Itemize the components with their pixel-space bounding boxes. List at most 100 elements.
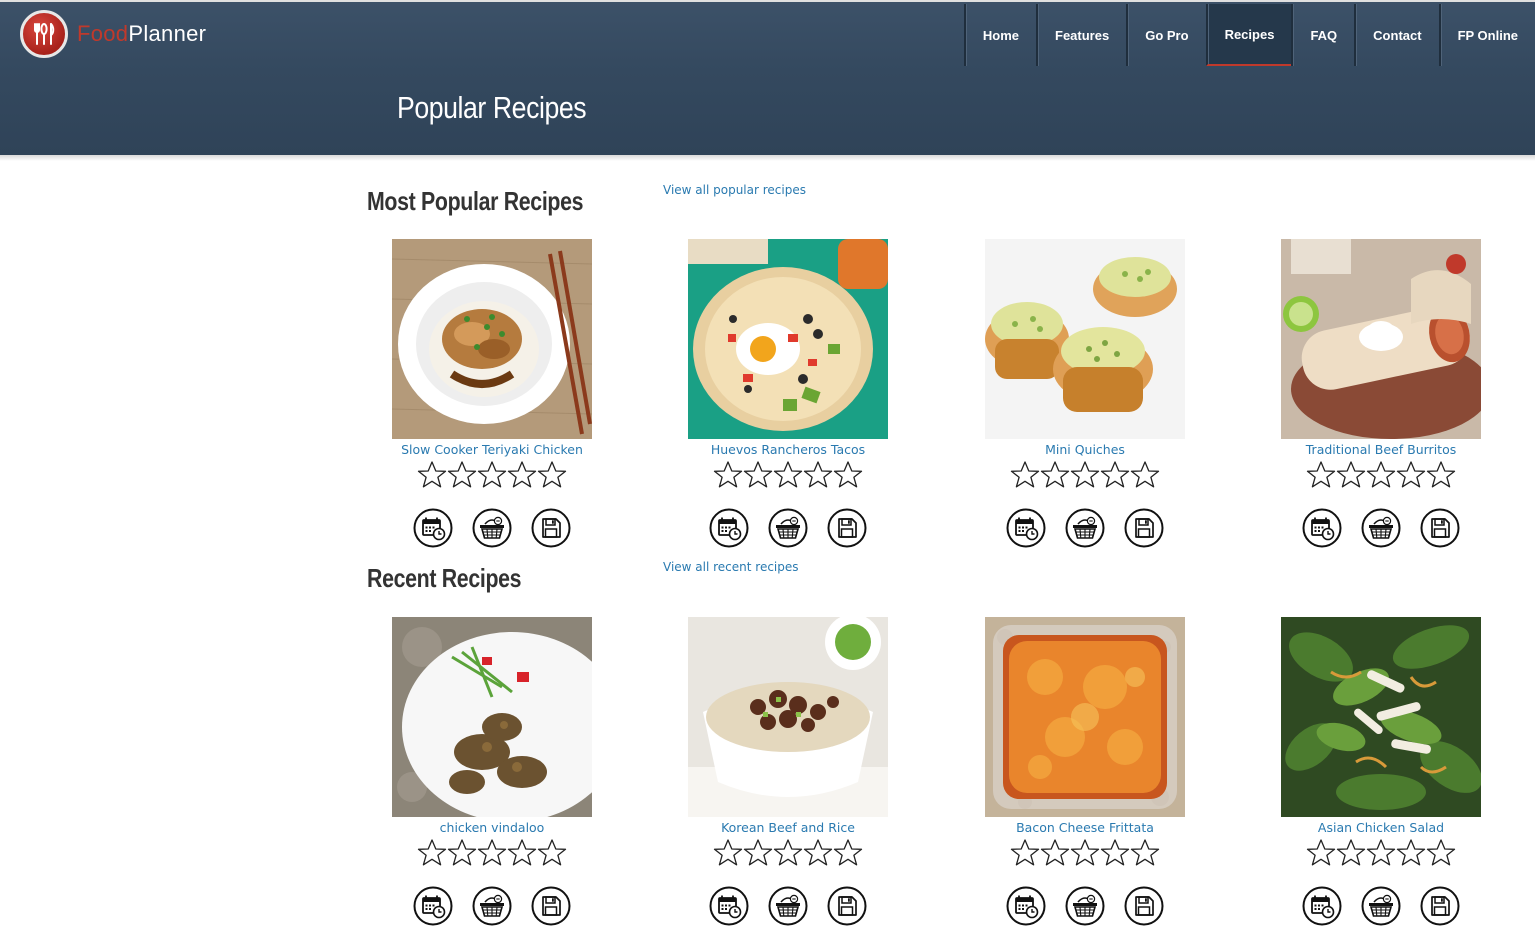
floppy-disk-icon[interactable]	[827, 886, 867, 930]
nav-recipes[interactable]: Recipes	[1205, 4, 1292, 66]
star-icon[interactable]	[1100, 460, 1130, 492]
star-icon[interactable]	[773, 838, 803, 870]
recipe-name-link[interactable]: chicken vindaloo	[362, 820, 622, 836]
floppy-disk-icon[interactable]	[1124, 886, 1164, 930]
shopping-basket-icon[interactable]	[1065, 886, 1105, 930]
recipe-image[interactable]	[985, 617, 1185, 817]
star-icon[interactable]	[803, 838, 833, 870]
floppy-disk-icon[interactable]	[1420, 886, 1460, 930]
star-icon[interactable]	[1040, 838, 1070, 870]
recipe-name-link[interactable]: Bacon Cheese Frittata	[955, 820, 1215, 836]
star-icon[interactable]	[1426, 838, 1456, 870]
recipe-image[interactable]	[392, 617, 592, 817]
recipe-image[interactable]	[688, 239, 888, 439]
recipe-card: Huevos Rancheros Tacos	[658, 239, 918, 552]
floppy-disk-icon[interactable]	[531, 508, 571, 552]
star-icon[interactable]	[417, 460, 447, 492]
star-icon[interactable]	[537, 460, 567, 492]
calendar-clock-icon[interactable]	[709, 886, 749, 930]
nav-faq[interactable]: FAQ	[1291, 4, 1354, 66]
logo-text: FoodPlanner	[77, 21, 206, 47]
star-icon[interactable]	[447, 460, 477, 492]
star-icon[interactable]	[477, 838, 507, 870]
recipe-name-link[interactable]: Traditional Beef Burritos	[1251, 442, 1511, 458]
recipe-name-link[interactable]: Korean Beef and Rice	[658, 820, 918, 836]
page-title: Popular Recipes	[397, 90, 587, 125]
shopping-basket-icon[interactable]	[768, 508, 808, 552]
star-icon[interactable]	[1396, 838, 1426, 870]
recipe-card: Bacon Cheese Frittata	[955, 617, 1215, 930]
floppy-disk-icon[interactable]	[1124, 508, 1164, 552]
star-icon[interactable]	[743, 460, 773, 492]
calendar-clock-icon[interactable]	[1302, 508, 1342, 552]
recipe-actions	[955, 886, 1215, 930]
calendar-clock-icon[interactable]	[709, 508, 749, 552]
star-icon[interactable]	[1366, 838, 1396, 870]
nav-go-pro[interactable]: Go Pro	[1126, 4, 1205, 66]
recipe-name-link[interactable]: Mini Quiches	[955, 442, 1215, 458]
recipe-image[interactable]	[688, 617, 888, 817]
calendar-clock-icon[interactable]	[413, 508, 453, 552]
star-icon[interactable]	[417, 838, 447, 870]
star-icon[interactable]	[1010, 838, 1040, 870]
star-icon[interactable]	[1306, 460, 1336, 492]
recipe-image[interactable]	[392, 239, 592, 439]
shopping-basket-icon[interactable]	[472, 886, 512, 930]
star-icon[interactable]	[1306, 838, 1336, 870]
star-icon[interactable]	[477, 460, 507, 492]
star-icon[interactable]	[1336, 838, 1366, 870]
nav-features[interactable]: Features	[1036, 4, 1126, 66]
shopping-basket-icon[interactable]	[1361, 508, 1401, 552]
shopping-basket-icon[interactable]	[1065, 508, 1105, 552]
star-icon[interactable]	[803, 460, 833, 492]
star-icon[interactable]	[1070, 460, 1100, 492]
nav-fp-online[interactable]: FP Online	[1438, 4, 1535, 66]
nav-contact[interactable]: Contact	[1354, 4, 1438, 66]
floppy-disk-icon[interactable]	[531, 886, 571, 930]
recipe-card: Traditional Beef Burritos	[1251, 239, 1511, 552]
shopping-basket-icon[interactable]	[1361, 886, 1401, 930]
view-all-recent-link[interactable]: View all recent recipes	[663, 560, 799, 574]
star-icon[interactable]	[1130, 838, 1160, 870]
calendar-clock-icon[interactable]	[1302, 886, 1342, 930]
star-icon[interactable]	[773, 460, 803, 492]
star-icon[interactable]	[1100, 838, 1130, 870]
star-icon[interactable]	[1040, 460, 1070, 492]
star-icon[interactable]	[507, 460, 537, 492]
shopping-basket-icon[interactable]	[768, 886, 808, 930]
star-icon[interactable]	[833, 460, 863, 492]
star-icon[interactable]	[1426, 460, 1456, 492]
recipe-image[interactable]	[1281, 239, 1481, 439]
shopping-basket-icon[interactable]	[472, 508, 512, 552]
calendar-clock-icon[interactable]	[413, 886, 453, 930]
main-nav: Home Features Go Pro Recipes FAQ Contact…	[963, 4, 1535, 66]
star-icon[interactable]	[537, 838, 567, 870]
fork-knife-icon	[20, 10, 68, 58]
nav-home[interactable]: Home	[963, 4, 1036, 66]
recipe-image[interactable]	[985, 239, 1185, 439]
star-icon[interactable]	[507, 838, 537, 870]
star-icon[interactable]	[1396, 460, 1426, 492]
star-icon[interactable]	[833, 838, 863, 870]
star-icon[interactable]	[1130, 460, 1160, 492]
recipe-image[interactable]	[1281, 617, 1481, 817]
recipe-name-link[interactable]: Huevos Rancheros Tacos	[658, 442, 918, 458]
calendar-clock-icon[interactable]	[1006, 508, 1046, 552]
floppy-disk-icon[interactable]	[827, 508, 867, 552]
rating-stars	[658, 838, 918, 870]
star-icon[interactable]	[1336, 460, 1366, 492]
calendar-clock-icon[interactable]	[1006, 886, 1046, 930]
view-all-popular-link[interactable]: View all popular recipes	[663, 183, 806, 197]
star-icon[interactable]	[743, 838, 773, 870]
star-icon[interactable]	[447, 838, 477, 870]
star-icon[interactable]	[1010, 460, 1040, 492]
star-icon[interactable]	[1366, 460, 1396, 492]
floppy-disk-icon[interactable]	[1420, 508, 1460, 552]
star-icon[interactable]	[1070, 838, 1100, 870]
logo[interactable]: FoodPlanner	[20, 10, 206, 58]
star-icon[interactable]	[713, 838, 743, 870]
recipe-name-link[interactable]: Slow Cooker Teriyaki Chicken	[362, 442, 622, 458]
recipe-name-link[interactable]: Asian Chicken Salad	[1251, 820, 1511, 836]
recipe-actions	[955, 508, 1215, 552]
star-icon[interactable]	[713, 460, 743, 492]
